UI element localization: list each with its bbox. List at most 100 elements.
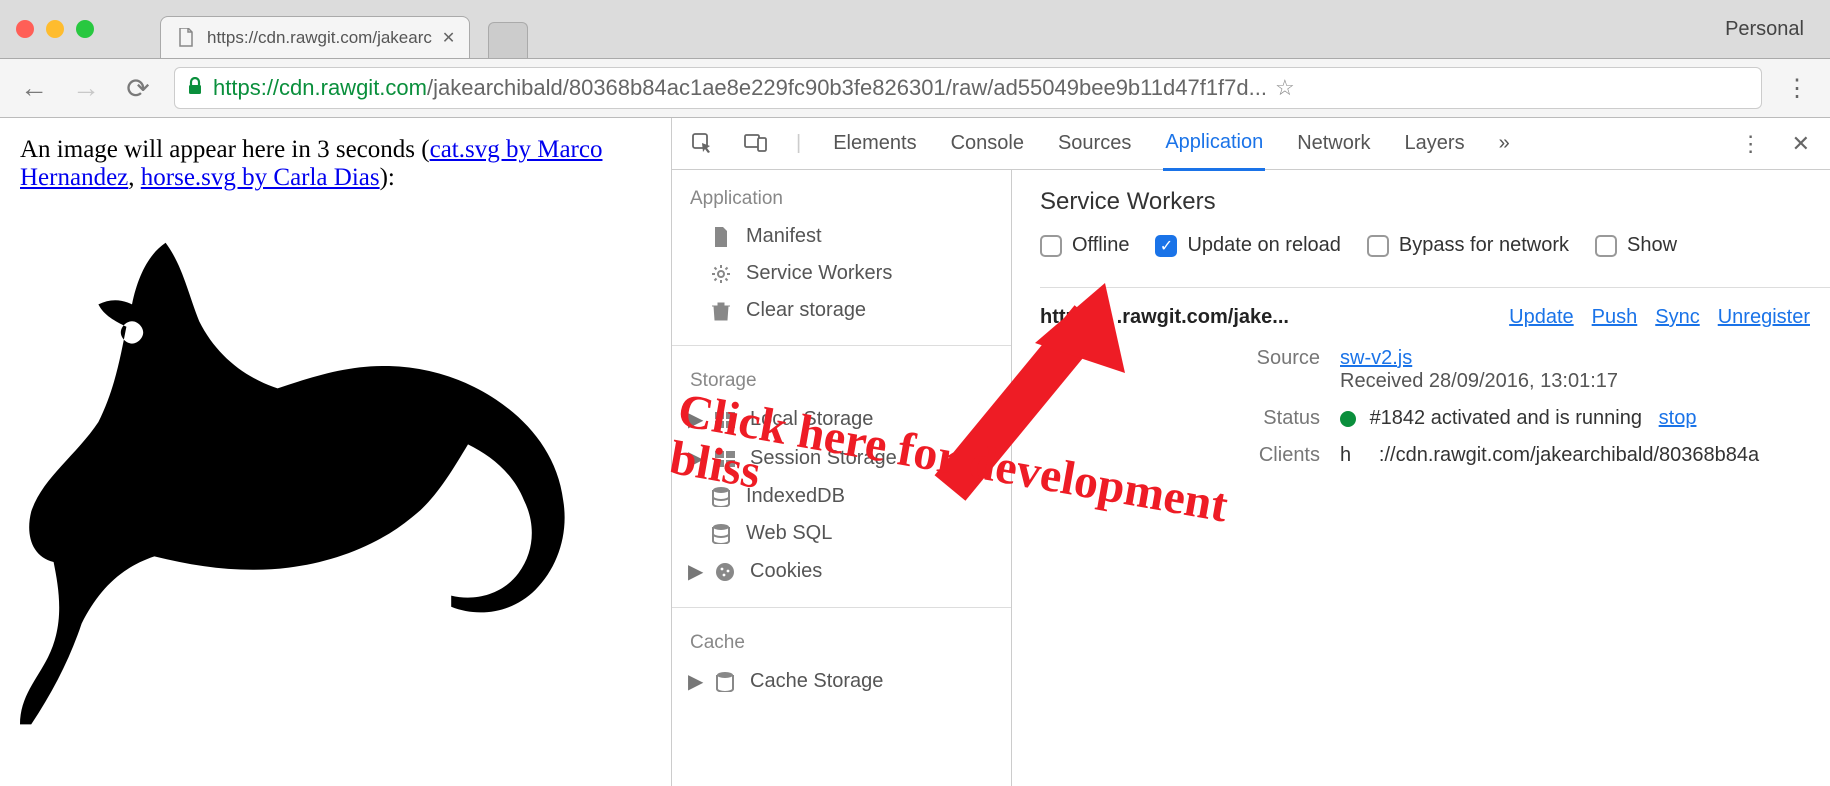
- checkbox-icon[interactable]: [1040, 235, 1062, 257]
- check-label: Show: [1627, 234, 1677, 257]
- sidebar-item-cookies[interactable]: ▶ Cookies: [672, 552, 1011, 591]
- link-horse[interactable]: horse.svg by Carla Dias: [141, 164, 380, 191]
- storage-icon: [714, 448, 736, 470]
- page-intro: An image will appear here in 3 seconds (…: [20, 136, 651, 192]
- content-area: An image will appear here in 3 seconds (…: [0, 118, 1830, 786]
- sidebar-item-clear-storage[interactable]: Clear storage: [672, 292, 1011, 329]
- manifest-icon: [710, 226, 732, 248]
- check-update-on-reload[interactable]: ✓ Update on reload: [1155, 234, 1340, 257]
- horse-image: [20, 198, 651, 765]
- sw-action-push[interactable]: Push: [1592, 306, 1638, 329]
- devtools-tabs: | Elements Console Sources Application N…: [672, 118, 1830, 170]
- sw-action-sync[interactable]: Sync: [1655, 306, 1699, 329]
- sidebar-head-application: Application: [672, 180, 1011, 218]
- sw-stop-link[interactable]: stop: [1659, 407, 1697, 429]
- devtools-sidebar: Application Manifest Service Workers Cle…: [672, 170, 1012, 786]
- sw-clients: h ://cdn.rawgit.com/jakearchibald/80368b…: [1340, 444, 1830, 467]
- minimize-window-icon[interactable]: [46, 20, 64, 38]
- storage-icon: [714, 409, 736, 431]
- devtools-body: Application Manifest Service Workers Cle…: [672, 170, 1830, 786]
- sidebar-item-session-storage[interactable]: ▶ Session Storage: [672, 439, 1011, 478]
- url-path: /jakearchibald/80368b84ac1ae8e229fc90b3f…: [427, 75, 1267, 101]
- sw-checks: Offline ✓ Update on reload Bypass for ne…: [1040, 234, 1830, 257]
- devtools: | Elements Console Sources Application N…: [672, 118, 1830, 786]
- devtools-menu-icon[interactable]: ⋮: [1740, 131, 1762, 157]
- forward-button: →: [70, 72, 102, 104]
- back-button[interactable]: ←: [18, 72, 50, 104]
- rendered-page: An image will appear here in 3 seconds (…: [0, 118, 672, 786]
- url-host: ://cdn.rawgit.com: [261, 75, 427, 101]
- sidebar-head-cache: Cache: [672, 624, 1011, 662]
- check-show-all[interactable]: Show: [1595, 234, 1677, 257]
- sw-status-text: #1842 activated and is running: [1370, 407, 1642, 429]
- sw-action-unregister[interactable]: Unregister: [1718, 306, 1810, 329]
- tab-layers[interactable]: Layers: [1403, 118, 1467, 169]
- sidebar-item-websql[interactable]: Web SQL: [672, 515, 1011, 552]
- url-scheme: https: [213, 75, 261, 101]
- chevron-right-icon[interactable]: ▶: [688, 669, 700, 694]
- browser-tab[interactable]: https://cdn.rawgit.com/jakearc ✕: [160, 16, 470, 58]
- check-label: Update on reload: [1187, 234, 1340, 257]
- tab-console[interactable]: Console: [949, 118, 1026, 169]
- chevron-right-icon[interactable]: ▶: [688, 446, 700, 471]
- checkbox-checked-icon[interactable]: ✓: [1155, 235, 1177, 257]
- label-source: Source: [1180, 347, 1320, 393]
- sidebar-label: Local Storage: [750, 408, 873, 431]
- tab-sources[interactable]: Sources: [1056, 118, 1133, 169]
- maximize-window-icon[interactable]: [76, 20, 94, 38]
- chevron-right-icon[interactable]: ▶: [688, 559, 700, 584]
- sidebar-item-cache-storage[interactable]: ▶ Cache Storage: [672, 662, 1011, 701]
- chevron-right-icon[interactable]: ▶: [688, 407, 700, 432]
- database-icon: [710, 486, 732, 508]
- inspect-element-icon[interactable]: [692, 133, 714, 155]
- checkbox-icon[interactable]: [1367, 235, 1389, 257]
- tab-elements[interactable]: Elements: [831, 118, 918, 169]
- check-offline[interactable]: Offline: [1040, 234, 1129, 257]
- lock-icon: [187, 77, 203, 100]
- cookie-icon: [714, 561, 736, 583]
- sidebar-label: Session Storage: [750, 447, 897, 470]
- sw-action-update[interactable]: Update: [1509, 306, 1574, 329]
- status-dot-icon: [1340, 411, 1356, 427]
- checkbox-icon[interactable]: [1595, 235, 1617, 257]
- label-status: Status: [1180, 407, 1320, 430]
- devtools-close-icon[interactable]: ✕: [1792, 131, 1810, 157]
- profile-label[interactable]: Personal: [1725, 18, 1804, 41]
- gear-icon: [710, 263, 732, 285]
- sw-received: Received 28/09/2016, 13:01:17: [1340, 370, 1618, 392]
- tab-overflow-icon[interactable]: »: [1497, 118, 1512, 169]
- reload-button[interactable]: ⟳: [122, 72, 154, 105]
- close-window-icon[interactable]: [16, 20, 34, 38]
- service-workers-panel: Service Workers Offline ✓ Update on relo…: [1012, 170, 1830, 786]
- sidebar-item-indexeddb[interactable]: IndexedDB: [672, 478, 1011, 515]
- tab-bar: https://cdn.rawgit.com/jakearc ✕ Persona…: [0, 0, 1830, 58]
- bookmark-icon[interactable]: ☆: [1275, 75, 1295, 101]
- sidebar-label: Service Workers: [746, 262, 892, 285]
- check-label: Bypass for network: [1399, 234, 1569, 257]
- sidebar-label: Clear storage: [746, 299, 866, 322]
- sidebar-item-service-workers[interactable]: Service Workers: [672, 255, 1011, 292]
- intro-suffix: ):: [380, 164, 395, 191]
- sidebar-label: Web SQL: [746, 522, 832, 545]
- menu-button[interactable]: ⋮: [1782, 74, 1812, 103]
- sw-details: Source sw-v2.js Received 28/09/2016, 13:…: [1180, 347, 1830, 467]
- window-controls: [16, 20, 94, 38]
- panel-title: Service Workers: [1040, 188, 1830, 216]
- device-toolbar-icon[interactable]: [744, 133, 766, 155]
- toolbar: ← → ⟳ https ://cdn.rawgit.com /jakearchi…: [0, 58, 1830, 118]
- page-icon: [175, 27, 197, 49]
- tab-network[interactable]: Network: [1295, 118, 1372, 169]
- tab-title: https://cdn.rawgit.com/jakearc: [207, 28, 432, 48]
- browser-chrome: https://cdn.rawgit.com/jakearc ✕ Persona…: [0, 0, 1830, 118]
- sw-source-link[interactable]: sw-v2.js: [1340, 347, 1412, 369]
- sidebar-label: Manifest: [746, 225, 822, 248]
- check-bypass[interactable]: Bypass for network: [1367, 234, 1569, 257]
- close-tab-icon[interactable]: ✕: [442, 28, 455, 48]
- sidebar-item-local-storage[interactable]: ▶ Local Storage: [672, 400, 1011, 439]
- sidebar-label: IndexedDB: [746, 485, 845, 508]
- tab-application[interactable]: Application: [1163, 117, 1265, 171]
- new-tab-button[interactable]: [488, 22, 528, 58]
- address-bar[interactable]: https ://cdn.rawgit.com /jakearchibald/8…: [174, 67, 1762, 109]
- check-label: Offline: [1072, 234, 1129, 257]
- sidebar-item-manifest[interactable]: Manifest: [672, 218, 1011, 255]
